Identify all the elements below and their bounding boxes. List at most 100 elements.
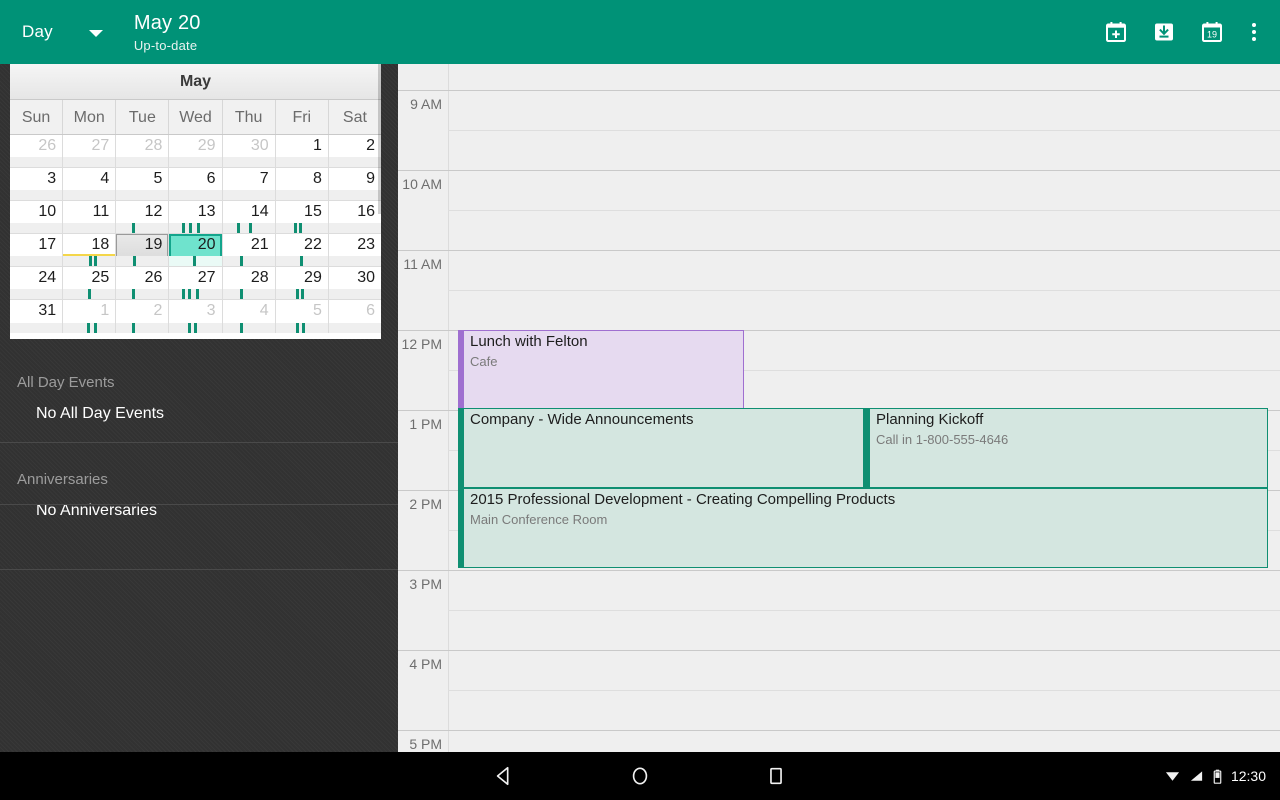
mini-calendar-event-strip bbox=[275, 256, 328, 266]
mini-calendar-day[interactable]: 28 bbox=[116, 135, 170, 167]
mini-calendar-day[interactable]: 27 bbox=[169, 267, 223, 299]
mini-calendar-day[interactable]: 7 bbox=[222, 168, 276, 200]
mini-calendar-day[interactable]: 3 bbox=[10, 168, 64, 200]
mini-calendar-event-strip bbox=[222, 157, 275, 167]
mini-calendar-day[interactable]: 16 bbox=[328, 201, 381, 233]
mini-calendar-day[interactable]: 29 bbox=[169, 135, 223, 167]
mini-calendar-day[interactable]: 6 bbox=[169, 168, 223, 200]
mini-calendar-week: 24 25 26 27 28 29 30 bbox=[10, 267, 381, 300]
half-hour-line bbox=[448, 690, 1280, 691]
left-drawer: May Sun Mon Tue Wed Thu Fri Sat 26 27 28 29 30 1 2 3 4… bbox=[0, 64, 398, 752]
mini-calendar-day[interactable]: 2 bbox=[328, 135, 381, 167]
mini-calendar-event-strip bbox=[275, 289, 328, 299]
mini-calendar-day[interactable]: 13 bbox=[169, 201, 223, 233]
view-selector[interactable]: Day bbox=[0, 0, 109, 64]
mini-calendar-day[interactable]: 23 bbox=[328, 234, 381, 266]
mini-calendar[interactable]: May Sun Mon Tue Wed Thu Fri Sat 26 27 28 29 30 1 2 3 4… bbox=[10, 64, 381, 339]
hour-label: 4 PM bbox=[409, 656, 442, 672]
hour-line bbox=[398, 170, 1280, 171]
mini-calendar-day[interactable]: 11 bbox=[63, 201, 117, 233]
mini-calendar-day[interactable]: 26 bbox=[116, 267, 170, 299]
mini-calendar-event-mark bbox=[89, 256, 93, 266]
mini-calendar-day[interactable]: 19 bbox=[116, 234, 170, 266]
mini-calendar-dayname: Mon bbox=[63, 100, 117, 134]
mini-calendar-day[interactable]: 25 bbox=[63, 267, 117, 299]
hour-row[interactable]: 5 PM bbox=[398, 730, 1280, 752]
event-color-stripe bbox=[459, 489, 464, 567]
mini-calendar-event-strip bbox=[10, 256, 63, 266]
mini-calendar-day-number: 8 bbox=[312, 170, 322, 187]
mini-calendar-day[interactable]: 21 bbox=[222, 234, 276, 266]
mini-calendar-day[interactable]: 1 bbox=[63, 300, 117, 333]
hour-row[interactable]: 11 AM bbox=[398, 250, 1280, 330]
mini-calendar-day[interactable]: 31 bbox=[10, 300, 64, 333]
mini-calendar-event-mark bbox=[188, 289, 192, 299]
event-location: Cafe bbox=[470, 354, 498, 369]
nav-keys bbox=[0, 752, 1280, 800]
mini-calendar-day[interactable]: 15 bbox=[275, 201, 329, 233]
mini-calendar-day[interactable]: 2 bbox=[116, 300, 170, 333]
mini-calendar-month: May bbox=[10, 64, 381, 100]
mini-calendar-week: 31 1 2 3 4 5 6 bbox=[10, 300, 381, 333]
hour-row[interactable]: 10 AM bbox=[398, 170, 1280, 250]
mini-calendar-day[interactable]: 1 bbox=[275, 135, 329, 167]
mini-calendar-day[interactable]: 5 bbox=[116, 168, 170, 200]
event-color-stripe bbox=[459, 409, 464, 487]
mini-calendar-day[interactable]: 27 bbox=[63, 135, 117, 167]
hour-label: 3 PM bbox=[409, 576, 442, 592]
import-events-button[interactable] bbox=[1140, 0, 1188, 64]
mini-calendar-day[interactable]: 10 bbox=[10, 201, 64, 233]
mini-calendar-day-number: 3 bbox=[206, 302, 216, 319]
mini-calendar-day[interactable]: 3 bbox=[169, 300, 223, 333]
event-title: 2015 Professional Development - Creating… bbox=[470, 491, 896, 508]
calendar-event[interactable]: Lunch with Felton Cafe bbox=[458, 330, 744, 410]
overflow-menu-button[interactable] bbox=[1236, 0, 1272, 64]
mini-calendar-day[interactable]: 14 bbox=[222, 201, 276, 233]
mini-calendar-day[interactable]: 29 bbox=[275, 267, 329, 299]
calendar-event[interactable]: 2015 Professional Development - Creating… bbox=[458, 488, 1268, 568]
mini-calendar-day[interactable]: 26 bbox=[10, 135, 64, 167]
mini-calendar-event-mark bbox=[132, 223, 136, 233]
add-event-button[interactable] bbox=[1092, 0, 1140, 64]
mini-calendar-day[interactable]: 8 bbox=[275, 168, 329, 200]
mini-calendar-day[interactable]: 12 bbox=[116, 201, 170, 233]
mini-calendar-day-number: 5 bbox=[153, 170, 163, 187]
hour-row[interactable]: 3 PM bbox=[398, 570, 1280, 650]
mini-calendar-day-number: 5 bbox=[312, 302, 322, 319]
mini-calendar-event-mark bbox=[300, 289, 304, 299]
mini-calendar-day[interactable]: 30 bbox=[328, 267, 381, 299]
mini-calendar-day[interactable]: 30 bbox=[222, 135, 276, 167]
mini-calendar-scrollbar[interactable] bbox=[378, 64, 381, 214]
calendar-event[interactable]: Company - Wide Announcements bbox=[458, 408, 864, 488]
mini-calendar-day[interactable]: 22 bbox=[275, 234, 329, 266]
mini-calendar-week: 10 11 12 13 14 15 16 bbox=[10, 201, 381, 234]
mini-calendar-event-strip bbox=[63, 256, 116, 266]
mini-calendar-day[interactable]: 5 bbox=[275, 300, 329, 333]
mini-calendar-day[interactable]: 24 bbox=[10, 267, 64, 299]
mini-calendar-day[interactable]: 4 bbox=[63, 168, 117, 200]
mini-calendar-day[interactable]: 20 bbox=[169, 234, 223, 266]
home-button[interactable] bbox=[620, 752, 660, 800]
square-recents-icon bbox=[770, 767, 782, 785]
mini-calendar-event-strip bbox=[116, 223, 169, 233]
mini-calendar-event-strip bbox=[169, 256, 222, 266]
mini-calendar-event-mark bbox=[132, 289, 136, 299]
mini-calendar-day[interactable]: 18 bbox=[63, 234, 117, 266]
mini-calendar-day-number: 29 bbox=[197, 137, 216, 154]
drawer-section-title: All Day Events bbox=[17, 374, 115, 391]
mini-calendar-day[interactable]: 4 bbox=[222, 300, 276, 333]
mini-calendar-event-strip bbox=[116, 157, 169, 167]
mini-calendar-day[interactable]: 28 bbox=[222, 267, 276, 299]
calendar-event[interactable]: Planning Kickoff Call in 1-800-555-4646 bbox=[864, 408, 1268, 488]
today-button[interactable]: 19 bbox=[1188, 0, 1236, 64]
day-grid[interactable]: 9 AM 10 AM 11 AM 12 PM 1 PM 2 PM 3 PM 4 PM 5 PM … bbox=[398, 64, 1280, 752]
mini-calendar-day[interactable]: 17 bbox=[10, 234, 64, 266]
mini-calendar-day[interactable]: 6 bbox=[328, 300, 381, 333]
back-button[interactable] bbox=[484, 752, 524, 800]
mini-calendar-day-number: 26 bbox=[38, 137, 57, 154]
hour-row[interactable]: 9 AM bbox=[398, 90, 1280, 170]
mini-calendar-day[interactable]: 9 bbox=[328, 168, 381, 200]
recents-button[interactable] bbox=[756, 752, 796, 800]
hour-row[interactable]: 4 PM bbox=[398, 650, 1280, 730]
mini-calendar-dayname: Wed bbox=[169, 100, 223, 134]
